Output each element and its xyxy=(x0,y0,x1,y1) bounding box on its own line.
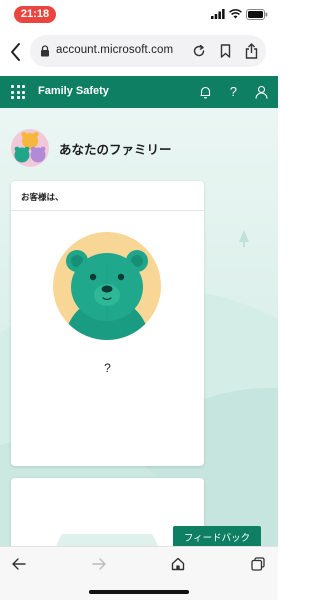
back-icon[interactable] xyxy=(6,40,26,64)
share-icon[interactable] xyxy=(245,43,258,59)
family-avatar xyxy=(11,129,49,167)
tabs-icon[interactable] xyxy=(251,557,265,571)
address-bar[interactable]: account.microsoft.com xyxy=(30,35,266,67)
member-card[interactable]: お客様は、 ? xyxy=(11,181,204,466)
member-name: ? xyxy=(104,361,111,375)
url-text: account.microsoft.com xyxy=(56,44,174,56)
app-title[interactable]: Family Safety xyxy=(38,85,109,97)
header-actions: ? xyxy=(199,84,268,100)
bookmark-icon[interactable] xyxy=(220,44,231,58)
url-actions xyxy=(192,43,258,59)
card-heading: お客様は、 xyxy=(11,181,204,211)
lock-icon xyxy=(41,45,49,57)
main-content: あなたのファミリー お客様は、 ? フィードバック xyxy=(0,108,278,546)
help-icon[interactable]: ? xyxy=(230,84,237,100)
feedback-button[interactable]: フィードバック xyxy=(173,526,261,546)
reload-icon[interactable] xyxy=(192,44,206,58)
forward-icon[interactable] xyxy=(91,557,107,571)
home-indicator xyxy=(89,590,189,594)
card-avatar-partial xyxy=(56,534,158,546)
app-header: Family Safety ? xyxy=(0,76,278,108)
status-time: 21:18 xyxy=(14,6,56,23)
battery-icon xyxy=(246,8,268,20)
bear-avatar xyxy=(53,232,161,340)
family-row: あなたのファミリー xyxy=(11,129,172,167)
status-bar: 21:18 xyxy=(0,0,278,28)
waffle-icon[interactable] xyxy=(11,85,25,99)
signal-icon xyxy=(211,9,225,19)
wifi-icon xyxy=(229,9,242,19)
home-icon[interactable] xyxy=(171,557,185,571)
bell-icon[interactable] xyxy=(199,85,212,99)
browser-bar: account.microsoft.com xyxy=(0,28,278,76)
family-title: あなたのファミリー xyxy=(59,142,172,157)
person-icon[interactable] xyxy=(255,85,268,99)
status-icons xyxy=(211,8,268,20)
back-arrow-icon[interactable] xyxy=(11,557,27,571)
tree-icon xyxy=(239,230,249,247)
